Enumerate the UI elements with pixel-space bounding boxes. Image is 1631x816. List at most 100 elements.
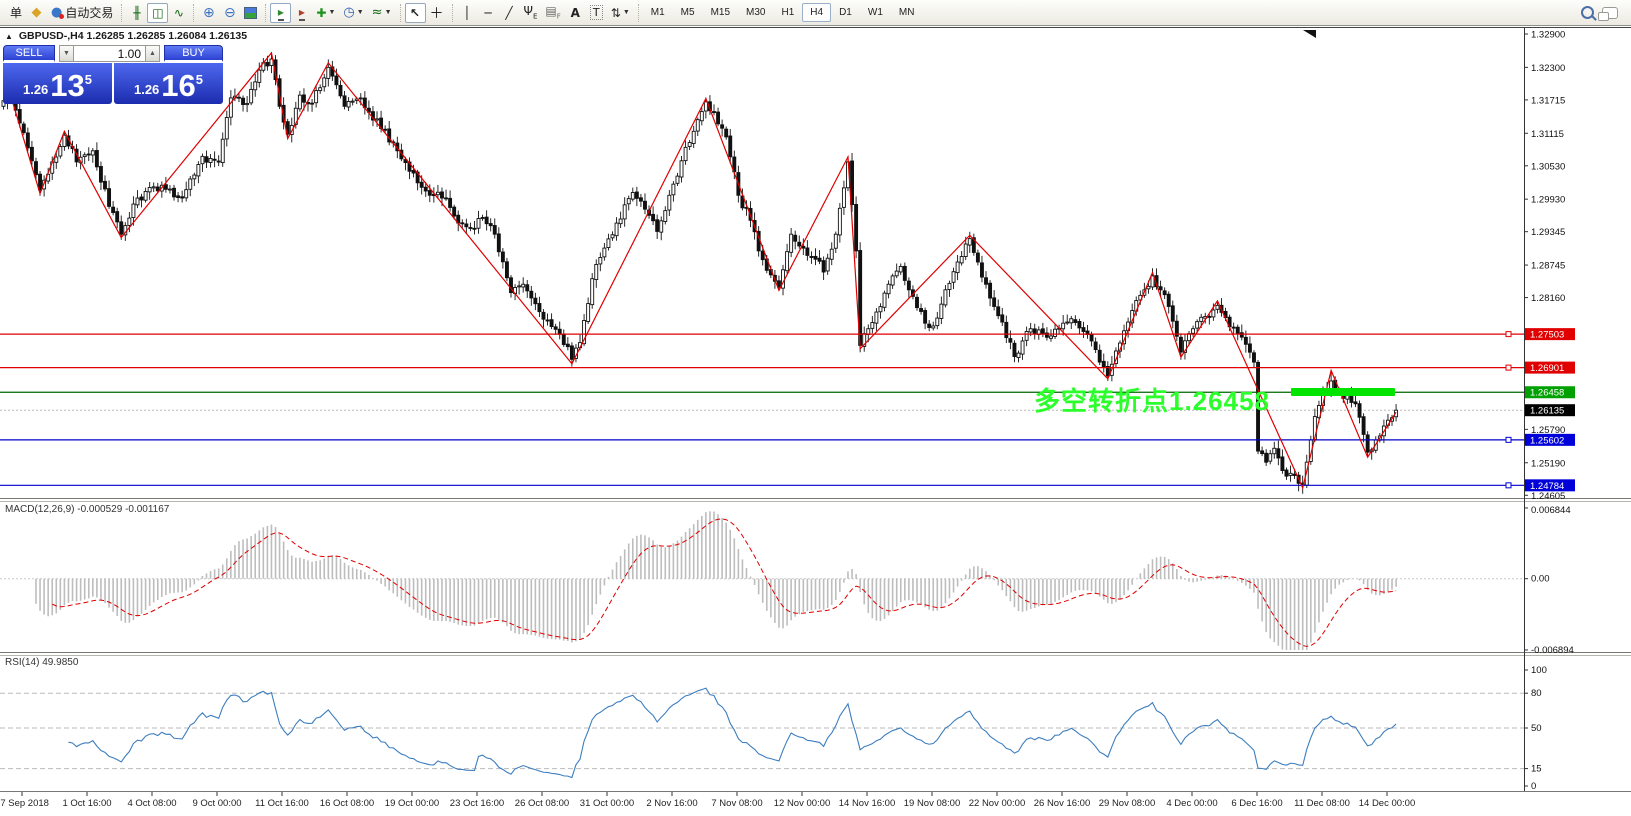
- auto-scroll-icon: ▸: [278, 5, 284, 21]
- svg-text:1.31715: 1.31715: [1531, 95, 1565, 106]
- tile-windows-button[interactable]: [240, 3, 261, 23]
- timeframe-mn-button[interactable]: MN: [891, 3, 923, 22]
- arrows-icon: ⇅: [611, 6, 621, 20]
- fibonacci-icon: ▤F: [545, 4, 560, 20]
- trendline-icon: ╱: [505, 6, 512, 20]
- svg-text:1.28745: 1.28745: [1531, 261, 1565, 272]
- timeframe-m30-button[interactable]: M30: [738, 3, 773, 22]
- svg-text:29 Nov 08:00: 29 Nov 08:00: [1099, 798, 1156, 809]
- cursor-button[interactable]: ↖: [405, 3, 426, 23]
- auto-scroll-button[interactable]: ▸: [270, 3, 291, 23]
- arrows-button[interactable]: ⇅▼: [607, 3, 634, 23]
- svg-text:1.27503: 1.27503: [1530, 330, 1564, 341]
- vertical-line-button[interactable]: │: [457, 3, 478, 23]
- toolbar-separator: [638, 4, 639, 22]
- volume-input[interactable]: 1.00: [74, 45, 145, 62]
- new-order-partial-label: 单: [10, 4, 22, 21]
- volume-decrease-button[interactable]: ▼: [59, 45, 74, 62]
- toolbar-separator: [265, 4, 266, 22]
- search-button[interactable]: [1577, 3, 1598, 23]
- equidistant-channel-button[interactable]: ΨE: [520, 3, 542, 23]
- macd-signal-line: [52, 519, 1396, 646]
- autotrading-label: 自动交易: [65, 4, 113, 21]
- chart-canvas[interactable]: 1.329001.323001.317151.311151.305301.299…: [0, 0, 1631, 816]
- channel-icon: ΨE: [524, 4, 538, 20]
- trendline-button[interactable]: ╱: [499, 3, 520, 23]
- buy-button[interactable]: BUY: [164, 45, 223, 62]
- line-handle: [1506, 332, 1511, 337]
- svg-text:1.32900: 1.32900: [1531, 30, 1565, 41]
- timeframe-w1-button[interactable]: W1: [860, 3, 891, 22]
- autotrading-button[interactable]: ● 自动交易: [47, 3, 117, 23]
- svg-text:1.25190: 1.25190: [1531, 458, 1565, 469]
- chart-candles-button[interactable]: ◫: [147, 3, 168, 23]
- chart-line-button[interactable]: ∿: [168, 3, 189, 23]
- indicators-button[interactable]: ≈▼: [368, 3, 396, 23]
- toolbar-separator: [452, 4, 453, 22]
- text-label-button[interactable]: T: [586, 3, 607, 23]
- svg-text:7 Nov 08:00: 7 Nov 08:00: [711, 798, 762, 809]
- svg-text:1.25602: 1.25602: [1530, 435, 1564, 446]
- fibonacci-button[interactable]: ▤F: [541, 3, 564, 23]
- chevron-down-icon: ▼: [357, 9, 364, 16]
- svg-text:1.32300: 1.32300: [1531, 63, 1565, 74]
- svg-text:1.29345: 1.29345: [1531, 227, 1565, 238]
- timeframe-m1-button[interactable]: M1: [643, 3, 673, 22]
- macd-name: MACD(12,26,9): [5, 504, 74, 515]
- svg-text:19 Oct 00:00: 19 Oct 00:00: [385, 798, 439, 809]
- indicator-wave-icon: ≈: [372, 5, 383, 20]
- periods-button[interactable]: ◷▼: [339, 3, 367, 23]
- candlestick-icon: ◫: [152, 6, 163, 20]
- rsi-name: RSI(14): [5, 657, 39, 668]
- svg-text:1.31115: 1.31115: [1531, 129, 1564, 140]
- svg-text:22 Nov 00:00: 22 Nov 00:00: [969, 798, 1026, 809]
- new-chart-button[interactable]: ✚▼: [312, 3, 339, 23]
- svg-text:1 Oct 16:00: 1 Oct 16:00: [62, 798, 111, 809]
- svg-text:1.28160: 1.28160: [1531, 293, 1565, 304]
- caret-down-icon: ▼: [63, 50, 70, 57]
- buy-price-small: 1.26: [134, 79, 159, 101]
- timeframe-m15-button[interactable]: M15: [703, 3, 738, 22]
- timeframe-h1-button[interactable]: H1: [773, 3, 802, 22]
- volume-increase-button[interactable]: ▲: [145, 45, 160, 62]
- toolbar-separator: [121, 4, 122, 22]
- chart-shift-button[interactable]: ▸: [291, 3, 312, 23]
- chevron-down-icon: ▼: [328, 9, 335, 16]
- timeframe-h4-button[interactable]: H4: [802, 3, 831, 22]
- zoom-in-icon: ⊕: [203, 5, 215, 21]
- timeframe-m5-button[interactable]: M5: [673, 3, 703, 22]
- sell-price-big: 13: [50, 71, 84, 101]
- chevron-down-icon: ▼: [623, 9, 630, 16]
- toolbar-separator: [400, 4, 401, 22]
- rsi-label: RSI(14) 49.9850: [5, 657, 78, 668]
- svg-text:23 Oct 16:00: 23 Oct 16:00: [450, 798, 504, 809]
- chart-shift-marker-icon[interactable]: [1303, 30, 1316, 38]
- zoom-in-button[interactable]: ⊕: [198, 3, 219, 23]
- svg-text:4 Dec 00:00: 4 Dec 00:00: [1166, 798, 1217, 809]
- sell-button[interactable]: SELL: [3, 45, 55, 62]
- rsi-line: [68, 688, 1396, 777]
- svg-text:19 Nov 08:00: 19 Nov 08:00: [904, 798, 961, 809]
- new-order-button[interactable]: 单: [3, 3, 26, 23]
- metaeditor-button[interactable]: ◆: [26, 3, 47, 23]
- date-axis[interactable]: 27 Sep 20181 Oct 16:004 Oct 08:009 Oct 0…: [0, 792, 1415, 809]
- new-chart-icon: ✚: [316, 6, 326, 20]
- sell-price-small: 1.26: [23, 79, 48, 101]
- green-pivot-bar[interactable]: [1291, 388, 1395, 396]
- zoom-out-button[interactable]: ⊖: [219, 3, 240, 23]
- svg-text:4 Oct 08:00: 4 Oct 08:00: [127, 798, 176, 809]
- svg-text:31 Oct 00:00: 31 Oct 00:00: [580, 798, 634, 809]
- sell-price-box[interactable]: 1.26135: [3, 63, 112, 104]
- text-button[interactable]: A: [565, 3, 586, 23]
- chart-shift-icon: ▸: [299, 5, 305, 21]
- svg-text:6 Dec 16:00: 6 Dec 16:00: [1231, 798, 1282, 809]
- chart-bars-button[interactable]: ╫: [126, 3, 147, 23]
- search-icon: [1581, 6, 1594, 19]
- horizontal-line-button[interactable]: ─: [478, 3, 499, 23]
- buy-price-box[interactable]: 1.26165: [114, 63, 223, 104]
- chart-symbol-label: GBPUSD-,H4: [19, 30, 84, 42]
- timeframe-d1-button[interactable]: D1: [831, 3, 860, 22]
- price-axis[interactable]: 1.329001.323001.317151.311151.305301.299…: [1506, 30, 1575, 793]
- chat-button[interactable]: [1598, 3, 1622, 23]
- crosshair-button[interactable]: ＋: [426, 3, 448, 23]
